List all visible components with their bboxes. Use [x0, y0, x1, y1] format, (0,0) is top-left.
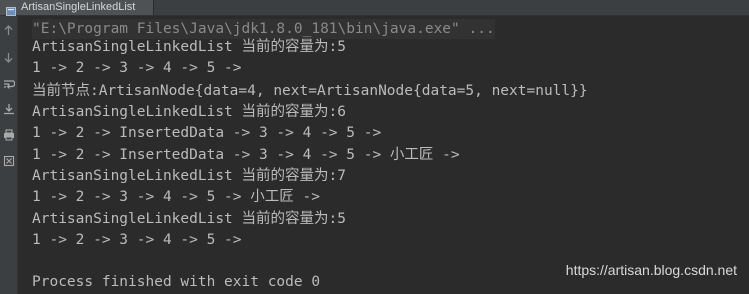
console-line: 1 -> 2 -> 3 -> 4 -> 5 -> [32, 232, 242, 248]
console-line: 1 -> 2 -> InsertedData -> 3 -> 4 -> 5 ->… [32, 147, 460, 163]
run-tool-window: ArtisanSingleLinkedList "E:\Program File… [0, 0, 749, 294]
command-line: "E:\Program Files\Java\jdk1.8.0_181\bin\… [32, 19, 495, 39]
print-icon[interactable] [2, 128, 15, 141]
console-line: 当前节点:ArtisanNode{data=4, next=ArtisanNod… [32, 83, 588, 99]
run-tab-label: ArtisanSingleLinkedList [21, 1, 136, 13]
scroll-to-end-icon[interactable] [2, 102, 15, 115]
soft-wrap-icon[interactable] [2, 78, 15, 91]
down-arrow-icon[interactable] [2, 51, 15, 64]
run-tab[interactable]: ArtisanSingleLinkedList [0, 0, 155, 16]
console-line: 1 -> 2 -> 3 -> 4 -> 5 -> 小工匠 -> [32, 189, 320, 205]
exit-status-line: Process finished with exit code 0 [32, 274, 321, 290]
up-arrow-icon[interactable] [2, 24, 15, 37]
run-tab-bar: ArtisanSingleLinkedList [0, 0, 749, 16]
console-line: ArtisanSingleLinkedList 当前的容量为:5 [32, 39, 346, 55]
watermark: https://artisan.blog.csdn.net [565, 262, 737, 278]
clear-all-icon[interactable] [2, 154, 15, 167]
console-line: ArtisanSingleLinkedList 当前的容量为:6 [32, 104, 346, 120]
run-config-icon [6, 3, 16, 16]
console-line: ArtisanSingleLinkedList 当前的容量为:7 [32, 168, 346, 184]
console-line: 1 -> 2 -> 3 -> 4 -> 5 -> [32, 60, 242, 76]
console-line: 1 -> 2 -> InsertedData -> 3 -> 4 -> 5 -> [32, 125, 382, 141]
console-output[interactable]: "E:\Program Files\Java\jdk1.8.0_181\bin\… [18, 16, 749, 294]
console-line: ArtisanSingleLinkedList 当前的容量为:5 [32, 211, 346, 227]
console-toolbar [0, 16, 18, 294]
